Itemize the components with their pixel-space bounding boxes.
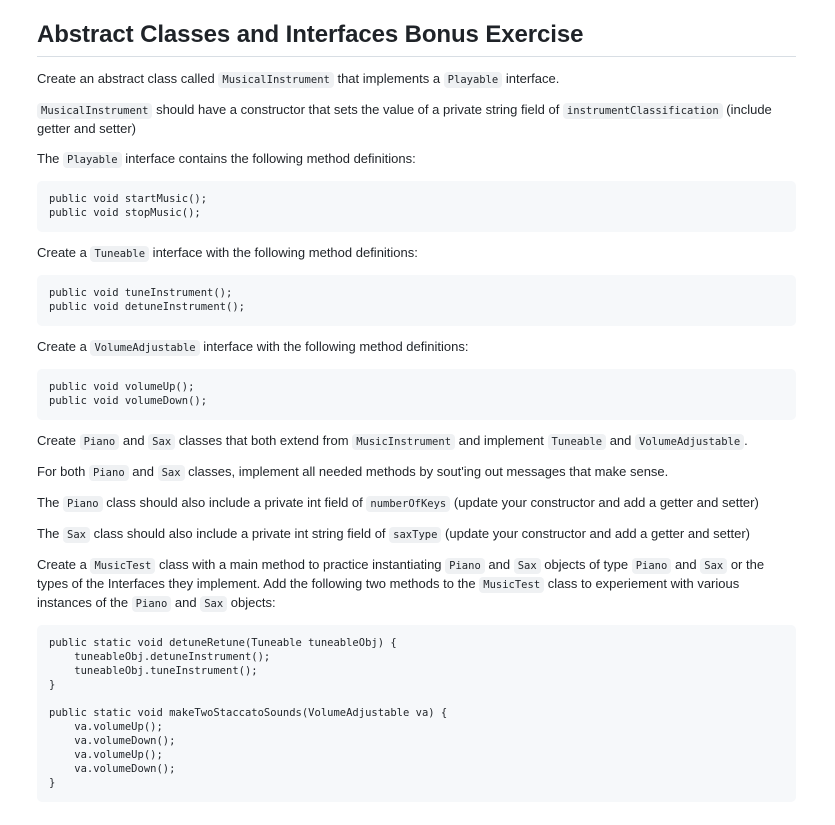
text: Create a xyxy=(37,339,91,354)
inline-code: Playable xyxy=(443,72,503,88)
text: The xyxy=(37,526,64,541)
paragraph-sax-field: The Sax class should also include a priv… xyxy=(37,525,796,544)
paragraph-piano-field: The Piano class should also include a pr… xyxy=(37,494,796,513)
code-block-volume-adjustable: public void volumeUp(); public void volu… xyxy=(37,369,796,420)
document: Abstract Classes and Interfaces Bonus Ex… xyxy=(37,0,796,802)
inline-code: numberOfKeys xyxy=(366,496,451,512)
text: class with a main method to practice ins… xyxy=(155,557,446,572)
paragraph-volume-adjustable: Create a VolumeAdjustable interface with… xyxy=(37,338,796,357)
text: interface. xyxy=(502,71,560,86)
inline-code: Piano xyxy=(79,434,120,450)
inline-code: Sax xyxy=(700,558,728,574)
text: and implement xyxy=(455,433,548,448)
paragraph-music-test: Create a MusicTest class with a main met… xyxy=(37,556,796,613)
text: objects of type xyxy=(540,557,632,572)
text: The xyxy=(37,151,64,166)
code-block-test-methods: public static void detuneRetune(Tuneable… xyxy=(37,625,796,802)
text: class should also include a private int … xyxy=(89,526,390,541)
inline-code: Sax xyxy=(157,465,185,481)
code-block-playable: public void startMusic(); public void st… xyxy=(37,181,796,232)
text: and xyxy=(119,433,149,448)
inline-code: Tuneable xyxy=(90,246,150,262)
inline-code: Piano xyxy=(445,558,485,574)
text: class should also include a private int … xyxy=(102,495,367,510)
text: that implements a xyxy=(333,71,444,86)
inline-code: Tuneable xyxy=(547,434,607,450)
text: should have a constructor that sets the … xyxy=(152,102,563,117)
text: classes that both extend from xyxy=(175,433,353,448)
inline-code: MusicTest xyxy=(479,577,545,593)
text: interface with the following method defi… xyxy=(149,245,418,260)
text: Create a xyxy=(37,557,91,572)
code-block-tuneable: public void tuneInstrument(); public voi… xyxy=(37,275,796,326)
text: (update your constructor and add a gette… xyxy=(450,495,759,510)
paragraph-playable: The Playable interface contains the foll… xyxy=(37,150,796,169)
text: objects: xyxy=(227,595,276,610)
paragraph-constructor: MusicalInstrument should have a construc… xyxy=(37,101,796,138)
text: and xyxy=(171,595,201,610)
inline-code: MusicTest xyxy=(90,558,156,574)
inline-code: Piano xyxy=(631,558,672,574)
text: Create xyxy=(37,433,80,448)
text: Create an abstract class called xyxy=(37,71,219,86)
inline-code: saxType xyxy=(389,527,442,543)
text: For both xyxy=(37,464,90,479)
text: classes, implement all needed methods by… xyxy=(184,464,669,479)
text: and xyxy=(671,557,701,572)
page-title: Abstract Classes and Interfaces Bonus Ex… xyxy=(37,20,796,57)
inline-code: Piano xyxy=(131,596,172,612)
paragraph-abstract-class: Create an abstract class called MusicalI… xyxy=(37,70,796,89)
paragraph-piano-sax-classes: Create Piano and Sax classes that both e… xyxy=(37,432,796,451)
text: Create a xyxy=(37,245,91,260)
inline-code: instrumentClassification xyxy=(562,103,723,119)
inline-code: VolumeAdjustable xyxy=(635,434,745,450)
text: and xyxy=(128,464,158,479)
inline-code: Sax xyxy=(148,434,176,450)
inline-code: Sax xyxy=(63,527,90,543)
text: (update your constructor and add a gette… xyxy=(441,526,750,541)
inline-code: VolumeAdjustable xyxy=(90,340,200,356)
paragraph-tuneable: Create a Tuneable interface with the fol… xyxy=(37,244,796,263)
text: and xyxy=(606,433,636,448)
inline-code: Piano xyxy=(63,496,103,512)
inline-code: Piano xyxy=(89,465,129,481)
text: . xyxy=(744,433,748,448)
inline-code: Playable xyxy=(63,152,122,168)
inline-code: Sax xyxy=(513,558,541,574)
inline-code: MusicalInstrument xyxy=(218,72,334,88)
text: The xyxy=(37,495,64,510)
paragraph-implement-methods: For both Piano and Sax classes, implemen… xyxy=(37,463,796,482)
inline-code: Sax xyxy=(200,596,228,612)
text: interface contains the following method … xyxy=(121,151,416,166)
text: interface with the following method defi… xyxy=(199,339,469,354)
text: and xyxy=(484,557,514,572)
inline-code: MusicInstrument xyxy=(352,434,456,450)
inline-code: MusicalInstrument xyxy=(37,103,153,119)
